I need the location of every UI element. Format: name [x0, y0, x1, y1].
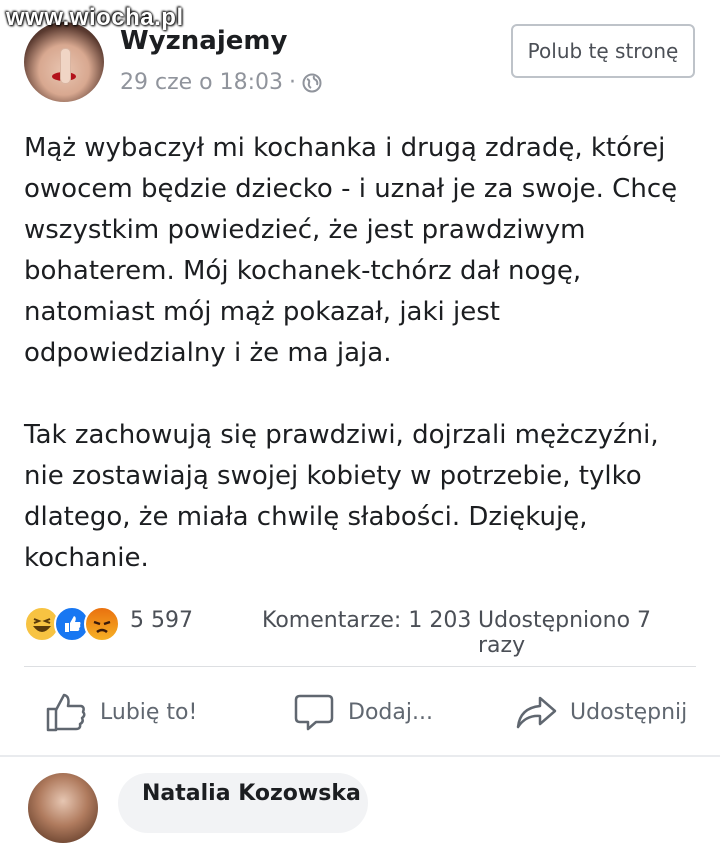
section-divider	[0, 755, 720, 757]
post-text: Mąż wybaczył mi kochanka i drugą zdradę,…	[24, 128, 704, 579]
commenter-name[interactable]: Natalia Kozowska	[142, 781, 361, 806]
like-label: Lubię to!	[100, 699, 198, 725]
reaction-icons[interactable]	[24, 606, 124, 642]
meta-separator: ·	[289, 70, 297, 95]
reactions-bar: 5 597 Komentarze: 1 203 Udostępniono 7 r…	[24, 602, 696, 658]
comment-label: Dodaj...	[348, 699, 433, 725]
divider	[24, 666, 696, 667]
like-button[interactable]: Lubię to!	[44, 684, 197, 740]
thumbs-up-icon	[46, 693, 86, 732]
avatar-finger	[60, 48, 71, 84]
watermark: www.wiocha.pl	[6, 4, 184, 31]
like-page-button[interactable]: Polub tę stronę	[511, 24, 695, 78]
comment-button[interactable]: Dodaj...	[292, 684, 433, 740]
shares-count[interactable]: Udostępniono 7 razy	[478, 608, 696, 658]
post-paragraph: Tak zachowują się prawdziwi, dojrzali mę…	[24, 420, 659, 573]
share-label: Udostępnij	[570, 699, 688, 725]
globe-icon	[302, 73, 322, 93]
post-meta: 29 cze o 18:03 ·	[120, 70, 322, 95]
comment-bubble-icon	[294, 694, 334, 731]
post-paragraph: Mąż wybaczył mi kochanka i drugą zdradę,…	[24, 133, 678, 368]
commenter-avatar[interactable]	[28, 773, 98, 843]
page-avatar[interactable]	[24, 22, 104, 102]
reaction-count[interactable]: 5 597	[130, 608, 193, 633]
share-arrow-icon	[516, 696, 557, 729]
share-button[interactable]: Udostępnij	[514, 684, 687, 740]
comment-preview: Natalia Kozowska	[0, 765, 720, 843]
post-timestamp[interactable]: 29 cze o 18:03	[120, 70, 283, 95]
post-actions: Lubię to! Dodaj... Udostępnij	[24, 684, 696, 740]
comments-count[interactable]: Komentarze: 1 203	[262, 608, 471, 633]
angry-icon	[84, 606, 120, 642]
